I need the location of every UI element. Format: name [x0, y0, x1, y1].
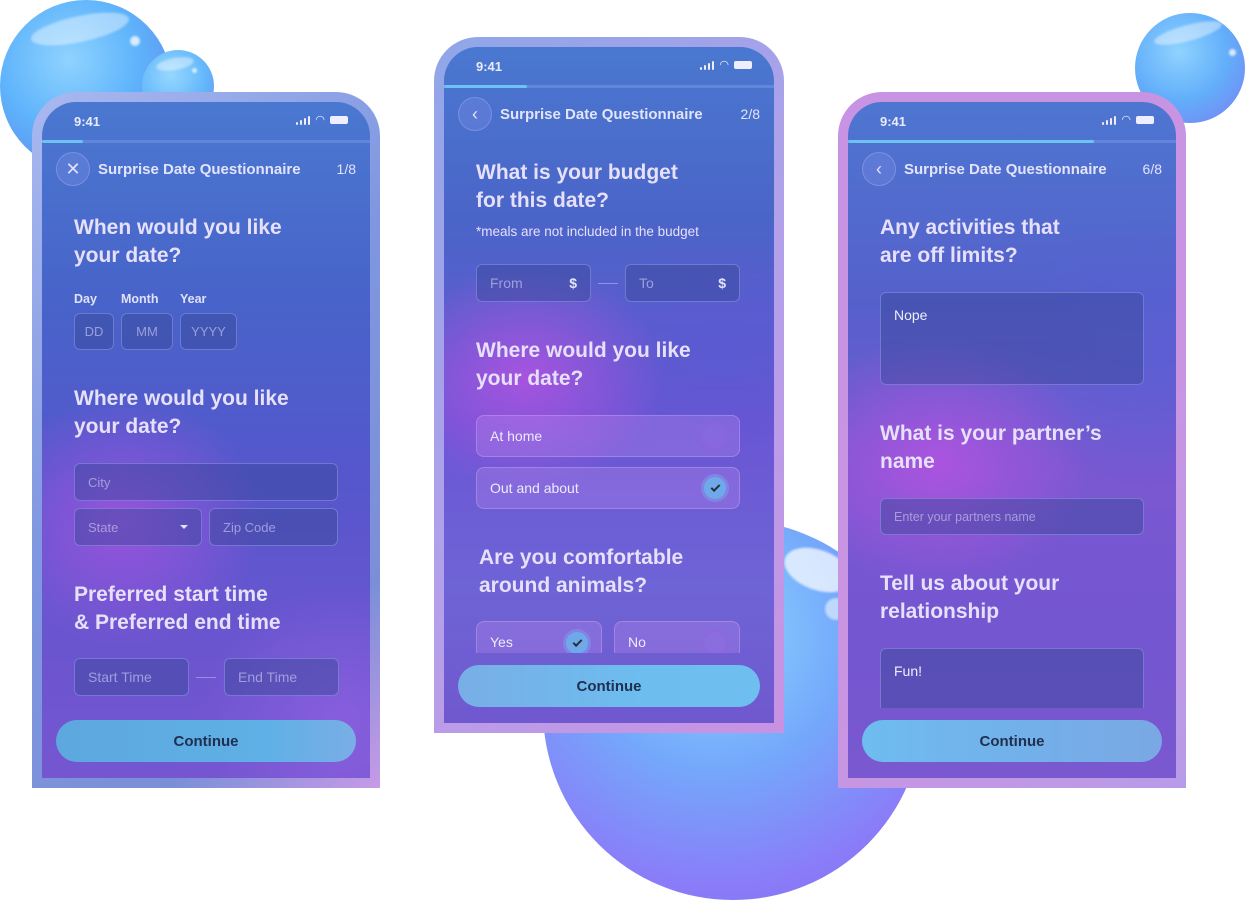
- screen: 9:41 ◠ ✕ Surprise Date Questionnaire 1/8…: [42, 102, 370, 778]
- question-date: When would you like your date?: [74, 216, 282, 267]
- battery-icon: [330, 116, 348, 124]
- progress-fill: [848, 140, 1094, 143]
- continue-button[interactable]: Continue: [862, 720, 1162, 762]
- relationship-textarea[interactable]: Fun!: [880, 648, 1144, 708]
- phone-screen-step-1: 9:41 ◠ ✕ Surprise Date Questionnaire 1/8…: [32, 92, 380, 788]
- question-location: Where would you like your date?: [74, 387, 289, 438]
- status-time: 9:41: [74, 114, 101, 129]
- off-limits-textarea[interactable]: Nope: [880, 292, 1144, 385]
- continue-button[interactable]: Continue: [458, 665, 760, 707]
- option-yes[interactable]: Yes: [476, 621, 602, 653]
- question-off-limits: Any activities that are off limits?: [880, 216, 1060, 267]
- option-at-home[interactable]: At home: [476, 415, 740, 457]
- screen: 9:41 ◠ ‹ Surprise Date Questionnaire 6/8…: [848, 102, 1176, 778]
- question-animals: Are you comfortable around animals?: [479, 546, 684, 597]
- caret-down-icon: [180, 525, 188, 529]
- chevron-left-icon: ‹: [876, 158, 882, 179]
- back-button[interactable]: ‹: [458, 97, 492, 131]
- question-partner-name: What is your partner’s name: [880, 422, 1102, 473]
- radio-checked[interactable]: [701, 474, 729, 502]
- option-no[interactable]: No: [614, 621, 740, 653]
- continue-button[interactable]: Continue: [56, 720, 356, 762]
- end-time-input[interactable]: End Time: [224, 658, 339, 696]
- header-title: Surprise Date Questionnaire: [98, 160, 301, 178]
- progress-bar: [444, 85, 774, 88]
- close-button[interactable]: ✕: [56, 152, 90, 186]
- zip-input[interactable]: Zip Code: [209, 508, 338, 546]
- year-label: Year: [180, 292, 207, 306]
- signal-icon: [295, 115, 311, 125]
- check-icon: [710, 481, 720, 492]
- state-select[interactable]: State: [74, 508, 202, 546]
- day-label: Day: [74, 292, 97, 306]
- chevron-left-icon: ‹: [472, 103, 478, 124]
- city-input[interactable]: City: [74, 463, 338, 501]
- header: ✕ Surprise Date Questionnaire 1/8: [56, 152, 356, 186]
- header-title: Surprise Date Questionnaire: [500, 105, 703, 123]
- month-label: Month: [121, 292, 159, 306]
- start-time-input[interactable]: Start Time: [74, 658, 189, 696]
- day-input[interactable]: DD: [74, 313, 114, 350]
- battery-icon: [734, 61, 752, 69]
- phone-screen-step-6: 9:41 ◠ ‹ Surprise Date Questionnaire 6/8…: [838, 92, 1186, 788]
- status-time: 9:41: [476, 59, 503, 74]
- dollar-icon: $: [718, 275, 726, 291]
- budget-note: *meals are not included in the budget: [476, 224, 699, 239]
- check-icon: [572, 636, 582, 647]
- header-title: Surprise Date Questionnaire: [904, 160, 1107, 178]
- step-counter: 1/8: [336, 161, 356, 177]
- status-bar: 9:41 ◠: [444, 47, 774, 83]
- month-input[interactable]: MM: [121, 313, 173, 350]
- progress-fill: [444, 85, 527, 88]
- phone-screen-step-2: 9:41 ◠ ‹ Surprise Date Questionnaire 2/8…: [434, 37, 784, 733]
- status-bar: 9:41 ◠: [848, 102, 1176, 138]
- dollar-icon: $: [569, 275, 577, 291]
- signal-icon: [699, 60, 715, 70]
- radio-unchecked[interactable]: [701, 629, 729, 653]
- question-relationship: Tell us about your relationship: [880, 572, 1060, 623]
- wifi-icon: ◠: [719, 59, 729, 71]
- status-bar: 9:41 ◠: [42, 102, 370, 138]
- progress-bar: [848, 140, 1176, 143]
- budget-to-input[interactable]: To $: [625, 264, 740, 302]
- question-time: Preferred start time & Preferred end tim…: [74, 583, 281, 634]
- range-separator: [196, 677, 216, 678]
- option-out-and-about[interactable]: Out and about: [476, 467, 740, 509]
- progress-bar: [42, 140, 370, 143]
- progress-fill: [42, 140, 83, 143]
- header: ‹ Surprise Date Questionnaire 2/8: [458, 97, 760, 131]
- header: ‹ Surprise Date Questionnaire 6/8: [862, 152, 1162, 186]
- radio-unchecked[interactable]: [701, 422, 729, 450]
- battery-icon: [1136, 116, 1154, 124]
- screen: 9:41 ◠ ‹ Surprise Date Questionnaire 2/8…: [444, 47, 774, 723]
- radio-checked[interactable]: [563, 629, 591, 653]
- back-button[interactable]: ‹: [862, 152, 896, 186]
- question-location: Where would you like your date?: [476, 339, 691, 390]
- range-separator: [598, 283, 618, 284]
- year-input[interactable]: YYYY: [180, 313, 237, 350]
- close-icon: ✕: [65, 158, 81, 179]
- signal-icon: [1101, 115, 1117, 125]
- partner-name-input[interactable]: Enter your partners name: [880, 498, 1144, 535]
- wifi-icon: ◠: [1121, 114, 1131, 126]
- step-counter: 2/8: [740, 106, 760, 122]
- question-budget: What is your budget for this date?: [476, 161, 678, 212]
- budget-from-input[interactable]: From $: [476, 264, 591, 302]
- step-counter: 6/8: [1142, 161, 1162, 177]
- wifi-icon: ◠: [315, 114, 325, 126]
- status-time: 9:41: [880, 114, 907, 129]
